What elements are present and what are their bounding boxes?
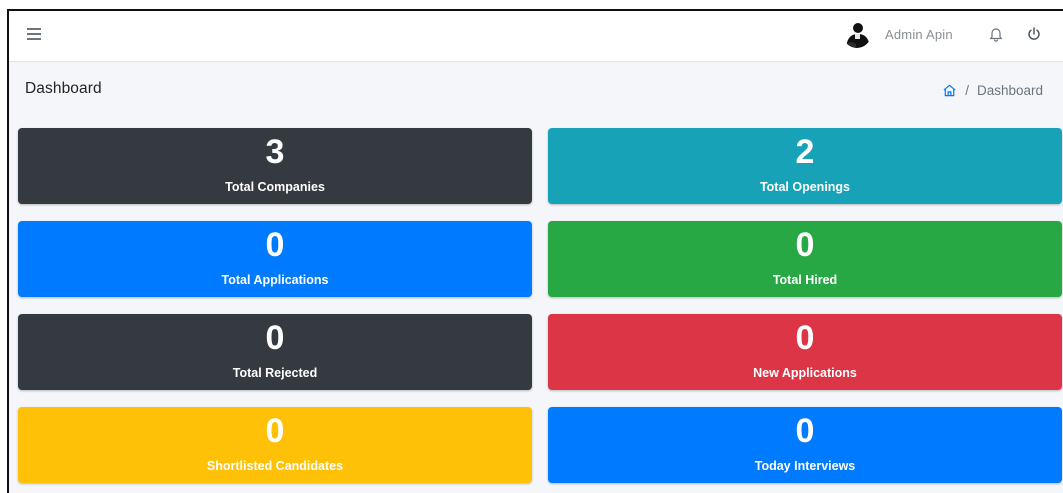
card-total-rejected[interactable]: 0 Total Rejected [18,314,532,390]
page-title: Dashboard [25,80,102,97]
card-count: 0 [795,319,815,357]
card-count: 0 [795,226,815,264]
card-label: Shortlisted Candidates [206,459,344,473]
card-total-applications[interactable]: 0 Total Applications [18,221,532,297]
breadcrumb-current: Dashboard [976,83,1043,98]
breadcrumb-separator: / [965,83,969,98]
content-header: Dashboard / Dashboard [9,62,1063,122]
card-total-companies[interactable]: 3 Total Companies [18,128,532,204]
card-count: 0 [265,319,285,357]
card-label: Today Interviews [754,459,856,473]
card-shortlisted-candidates[interactable]: 0 Shortlisted Candidates [18,407,532,483]
breadcrumb: / Dashboard [942,83,1043,98]
card-label: Total Openings [759,180,851,194]
app-frame: Admin Apin Dashboard / Dashboard 3 Total… [7,9,1063,493]
card-total-hired[interactable]: 0 Total Hired [548,221,1062,297]
stats-grid: 3 Total Companies 2 Total Openings 0 Tot… [18,128,1063,483]
card-count: 2 [795,133,815,171]
card-label: Total Rejected [232,366,318,380]
card-label: Total Hired [772,273,838,287]
bell-icon[interactable] [988,26,1004,42]
card-count: 3 [265,133,285,171]
card-count: 0 [795,412,815,450]
top-navbar: Admin Apin [9,11,1063,62]
admin-name[interactable]: Admin Apin [885,27,953,42]
card-count: 0 [265,226,285,264]
home-icon[interactable] [942,83,957,98]
card-new-applications[interactable]: 0 New Applications [548,314,1062,390]
hamburger-menu-icon[interactable] [27,28,41,42]
card-label: New Applications [753,366,857,380]
power-icon[interactable] [1026,26,1042,42]
card-label: Total Companies [225,180,325,194]
card-label: Total Applications [221,273,329,287]
card-today-interviews[interactable]: 0 Today Interviews [548,407,1062,483]
card-count: 0 [265,412,285,450]
card-total-openings[interactable]: 2 Total Openings [548,128,1062,204]
user-avatar[interactable] [843,20,871,48]
